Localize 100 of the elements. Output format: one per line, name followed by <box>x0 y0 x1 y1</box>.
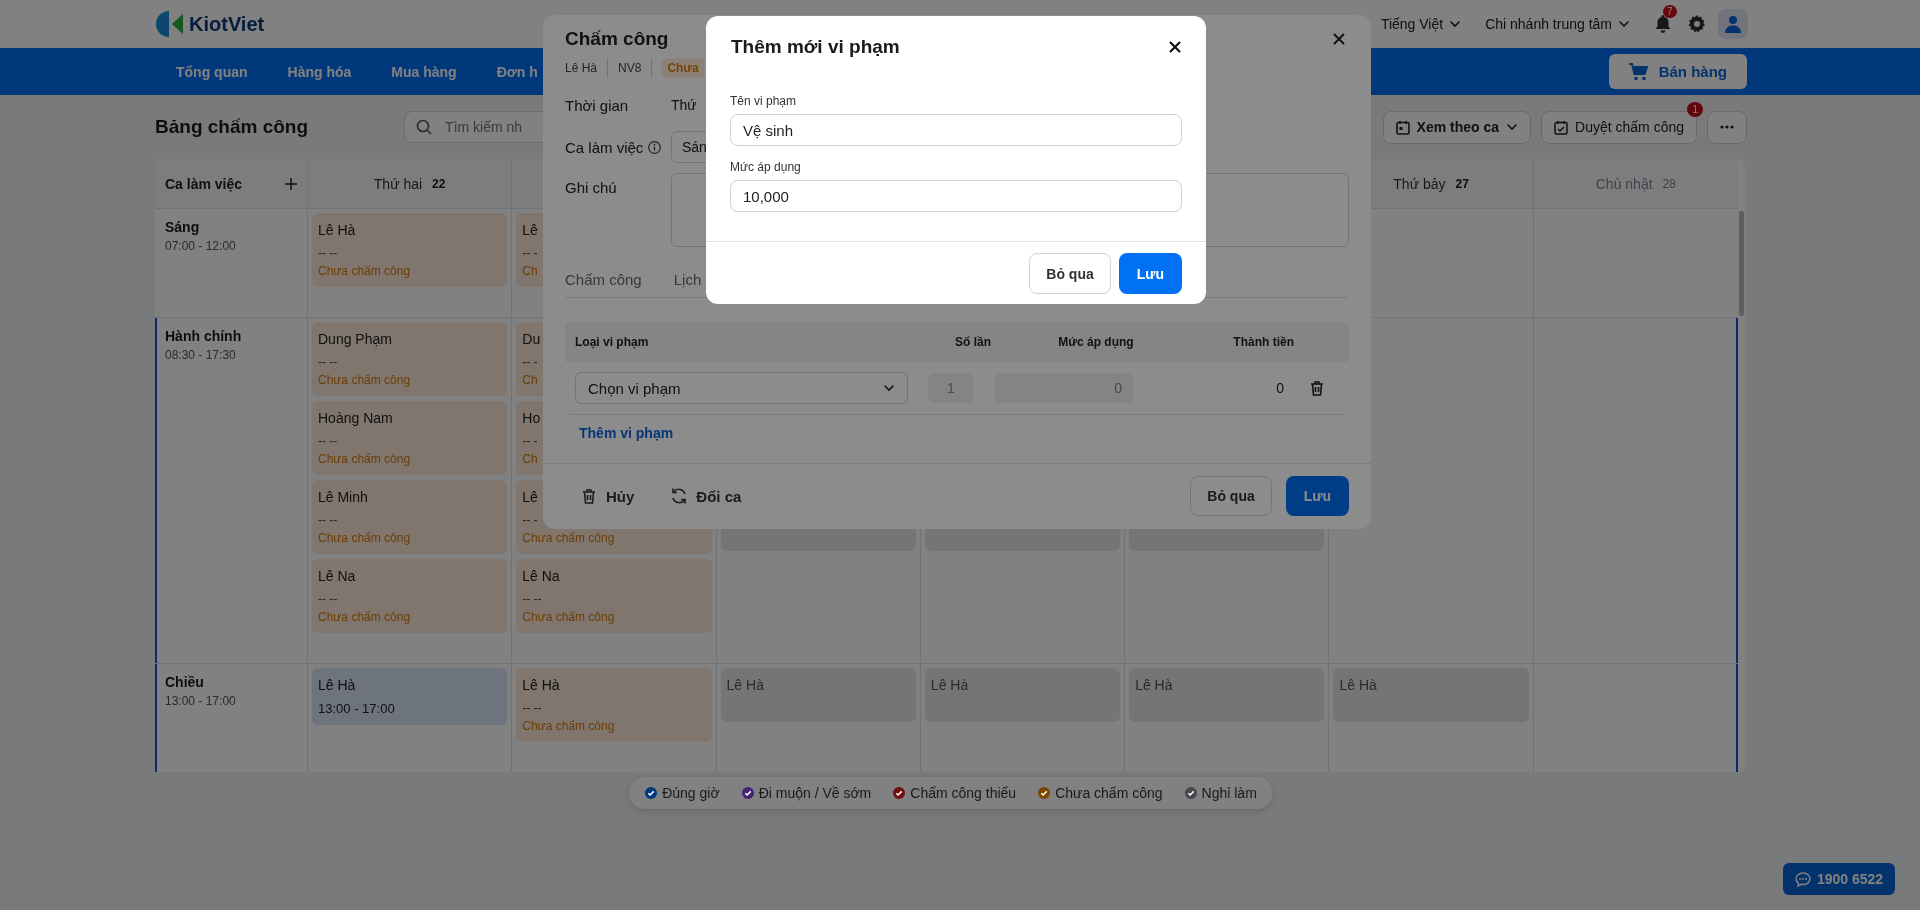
save-button[interactable]: Lưu <box>1118 253 1182 294</box>
attendance-status: Ch <box>522 264 538 278</box>
input-field[interactable]: 10,000 <box>730 180 1182 212</box>
language-selector[interactable]: Tiếng Việt <box>1380 16 1462 32</box>
employee-name: Dung Phạm <box>318 331 392 347</box>
employee-name: Lê <box>522 222 538 238</box>
employee-name: Lê Hà <box>318 222 356 238</box>
check-time: -- -- <box>522 701 542 715</box>
shift-card[interactable]: Lê Hà <box>1129 668 1325 722</box>
nav-item[interactable]: Mua hàng <box>391 63 457 80</box>
cancel-button[interactable]: Bỏ qua <box>1029 253 1111 294</box>
tab[interactable]: Lịch <box>673 265 702 297</box>
employee-name: Lê Na <box>522 568 560 584</box>
shift-card[interactable]: Dung Phạm -- -- Chưa chấm công <box>312 322 508 396</box>
column-header: Thành tiền <box>1232 335 1294 349</box>
day-date: 27 <box>1455 176 1469 191</box>
check-time: -- -- <box>318 246 338 260</box>
field-label: Thời gian <box>565 96 630 114</box>
calendar-check-icon <box>1554 119 1569 135</box>
legend-label: Chưa chấm công <box>1055 785 1163 801</box>
check-time: -- -- <box>318 434 338 448</box>
cancel-button[interactable]: Bỏ qua <box>1190 476 1272 516</box>
hotline-button[interactable]: 1900 6522 <box>1783 863 1895 895</box>
violation-select[interactable]: Chọn vi phạm <box>575 372 908 404</box>
status-badge: Chưa <box>662 58 704 78</box>
table-cell-text: 0 <box>1275 380 1284 396</box>
time-value: Thứ <box>671 97 697 113</box>
column-header: Loại vi phạm <box>574 335 650 349</box>
employee-code: NV8 <box>618 61 642 75</box>
nav-item[interactable]: Đơn h <box>496 63 538 80</box>
field-label: Mức áp dụng <box>730 160 802 174</box>
shift-card[interactable]: Lê Na -- -- Chưa chấm công <box>516 559 712 633</box>
logo-icon <box>155 9 185 39</box>
day-date: 22 <box>432 176 446 191</box>
check-time: -- -- <box>318 592 338 606</box>
plus-icon[interactable] <box>285 177 297 190</box>
change-shift-button[interactable]: Đổi ca <box>670 487 742 505</box>
save-button[interactable]: Lưu <box>1285 476 1349 516</box>
shift-card[interactable]: Lê Hà -- -- Chưa chấm công <box>516 668 712 742</box>
info-icon <box>648 140 662 154</box>
sell-button[interactable]: Bán hàng <box>1608 54 1747 89</box>
attendance-status: Chưa chấm công <box>318 610 411 624</box>
attendance-status: Ch <box>522 452 538 466</box>
chevron-down-icon <box>883 382 895 394</box>
close-icon[interactable] <box>1169 41 1181 53</box>
employee-name: Lê Hà <box>565 61 598 75</box>
view-mode-button[interactable]: Xem theo ca <box>1382 110 1532 144</box>
delete-button[interactable]: Hủy <box>580 487 635 505</box>
shift-name: Chiều <box>165 674 205 690</box>
day-name: Chủ nhật <box>1595 175 1653 192</box>
nav-item[interactable]: Hàng hóa <box>287 63 352 80</box>
field-label: Tên vi phạm <box>730 94 798 108</box>
shift-name: Sáng <box>165 219 201 235</box>
settings-icon[interactable] <box>1688 15 1706 33</box>
legend-label: Đúng giờ <box>662 785 720 801</box>
trash-icon <box>580 487 598 505</box>
column-header: Số lần <box>954 335 992 349</box>
shift-card[interactable]: Lê Hà -- -- Chưa chấm công <box>312 213 508 287</box>
column-header: Ca làm việc <box>165 175 243 192</box>
chevron-down-icon <box>1506 121 1519 133</box>
shift-card[interactable]: Lê Hà <box>924 668 1121 722</box>
check-time: -- - <box>522 513 538 527</box>
employee-name: Lê Minh <box>318 489 368 505</box>
bell-icon[interactable] <box>1654 14 1672 34</box>
branch-selector[interactable]: Chi nhánh trung tâm <box>1485 16 1630 32</box>
employee-name: Hoàng Nam <box>318 410 393 426</box>
shift-card[interactable]: Lê Minh -- -- Chưa chấm công <box>312 480 508 554</box>
trash-icon[interactable] <box>1308 379 1326 397</box>
page-title: Bảng chấm công <box>155 116 309 138</box>
cart-icon <box>1628 62 1649 81</box>
user-icon <box>1725 15 1741 33</box>
scrollbar[interactable] <box>1739 211 1744 316</box>
count-field[interactable]: 1 <box>928 373 974 403</box>
search-icon <box>416 119 433 135</box>
check-time: -- -- <box>522 592 542 606</box>
user-avatar[interactable] <box>1718 9 1748 39</box>
check-time: -- - <box>522 434 538 448</box>
employee-name: Lê Hà <box>726 677 764 693</box>
day-name: Thứ bảy <box>1393 175 1446 192</box>
shift-card[interactable]: Lê Hà <box>1333 668 1529 722</box>
chat-icon <box>1794 871 1811 887</box>
logo-text: KiotViet <box>189 12 265 36</box>
dialog-title: Chấm công <box>565 28 669 50</box>
attendance-status: Chưa chấm công <box>318 531 411 545</box>
check-time: 13:00 - 17:00 <box>318 701 395 716</box>
shift-card[interactable]: Lê Hà <box>720 668 916 722</box>
rate-field[interactable]: 0 <box>994 373 1134 403</box>
input-field[interactable]: Vệ sinh <box>730 114 1182 146</box>
nav-item[interactable]: Tổng quan <box>176 63 248 80</box>
attendance-status: Chưa chấm công <box>522 610 615 624</box>
chevron-down-icon <box>1449 18 1462 30</box>
shift-card[interactable]: Lê Na -- -- Chưa chấm công <box>312 559 508 633</box>
tab[interactable]: Chấm công <box>565 265 642 297</box>
column-header: Mức áp dụng <box>1057 335 1135 349</box>
shift-card[interactable]: Hoàng Nam -- -- Chưa chấm công <box>312 401 508 475</box>
add-violation-link[interactable]: Thêm vi phạm <box>579 425 674 441</box>
calendar-icon <box>1395 119 1410 135</box>
attendance-status: Chưa chấm công <box>318 452 411 466</box>
employee-name: Lê Hà <box>930 677 969 693</box>
shift-card[interactable]: Lê Hà 13:00 - 17:00 <box>312 668 508 725</box>
